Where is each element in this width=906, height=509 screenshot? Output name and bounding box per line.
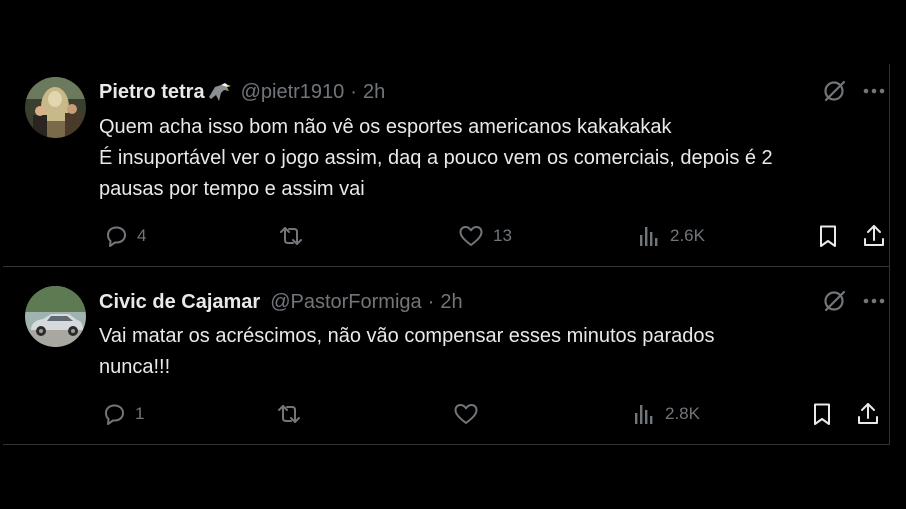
- tweet-text-line: Vai matar os acréscimos, não vão compens…: [99, 325, 715, 347]
- tweet-text-line: É insuportável ver o jogo assim, daq a p…: [99, 147, 773, 169]
- speech-bubble-icon: [103, 223, 129, 249]
- bar-chart-icon: [631, 401, 657, 427]
- retweet-button[interactable]: [277, 221, 313, 251]
- tweet-text: Vai matar os acréscimos, não vão compens…: [99, 321, 889, 383]
- views-button[interactable]: 2.6K: [636, 221, 705, 251]
- reply-count: 4: [137, 226, 147, 245]
- tweet-actions: 4 13 2.6K: [99, 221, 889, 251]
- tweet-text-line: nunca!!!: [99, 356, 171, 378]
- tweet-top-actions: [821, 288, 887, 314]
- more-dots-icon[interactable]: [861, 288, 887, 314]
- tweet-actions: 1 2.8K: [99, 399, 889, 429]
- view-count: 2.6K: [670, 226, 705, 245]
- tweet-text: Quem acha isso bom não vê os esportes am…: [99, 112, 889, 205]
- avatar[interactable]: [25, 77, 86, 138]
- retweet-arrows-icon: [277, 223, 305, 249]
- heart-icon: [452, 401, 480, 427]
- like-count: 13: [493, 226, 512, 245]
- bar-chart-icon: [636, 223, 662, 249]
- grok-slash-circle-icon[interactable]: [821, 288, 847, 314]
- tweet-text-line: Quem acha isso bom não vê os esportes am…: [99, 116, 672, 138]
- tweet[interactable]: Civic de Cajamar @PastorFormiga · 2h Vai…: [3, 267, 889, 445]
- views-button[interactable]: 2.8K: [631, 399, 700, 429]
- display-name[interactable]: Civic de Cajamar: [99, 291, 260, 314]
- like-button[interactable]: [452, 399, 488, 429]
- speech-bubble-icon: [101, 401, 127, 427]
- reply-count: 1: [135, 404, 145, 423]
- reply-button[interactable]: 4: [103, 221, 146, 251]
- display-name[interactable]: Pietro tetra: [99, 81, 205, 104]
- heart-icon: [457, 223, 485, 249]
- tweet-top-actions: [821, 78, 887, 104]
- tweet-header: Civic de Cajamar @PastorFormiga · 2h: [99, 287, 463, 317]
- tweet-header: Pietro tetra @pietr1910 · 2h: [99, 77, 385, 107]
- more-dots-icon[interactable]: [861, 78, 887, 104]
- retweet-button[interactable]: [275, 399, 311, 429]
- eagle-emoji-icon: [207, 81, 231, 103]
- bookmark-button[interactable]: [809, 399, 835, 429]
- retweet-arrows-icon: [275, 401, 303, 427]
- timeline: Pietro tetra @pietr1910 · 2h Quem acha i…: [3, 64, 890, 445]
- reply-button[interactable]: 1: [101, 399, 144, 429]
- handle[interactable]: @PastorFormiga: [270, 291, 421, 314]
- share-upload-icon: [861, 223, 887, 249]
- like-button[interactable]: 13: [457, 221, 512, 251]
- timestamp[interactable]: 2h: [440, 291, 462, 314]
- handle[interactable]: @pietr1910: [241, 81, 345, 104]
- tweet[interactable]: Pietro tetra @pietr1910 · 2h Quem acha i…: [3, 64, 889, 267]
- bookmark-icon: [809, 401, 835, 427]
- view-count: 2.8K: [665, 404, 700, 423]
- tweet-text-line: pausas por tempo e assim vai: [99, 178, 365, 200]
- separator-dot: ·: [350, 80, 357, 103]
- timestamp[interactable]: 2h: [363, 81, 385, 104]
- share-upload-icon: [855, 401, 881, 427]
- avatar[interactable]: [25, 286, 86, 347]
- bookmark-button[interactable]: [815, 221, 841, 251]
- share-button[interactable]: [855, 399, 881, 429]
- bookmark-icon: [815, 223, 841, 249]
- share-button[interactable]: [861, 221, 887, 251]
- separator-dot: ·: [427, 290, 435, 313]
- grok-slash-circle-icon[interactable]: [821, 78, 847, 104]
